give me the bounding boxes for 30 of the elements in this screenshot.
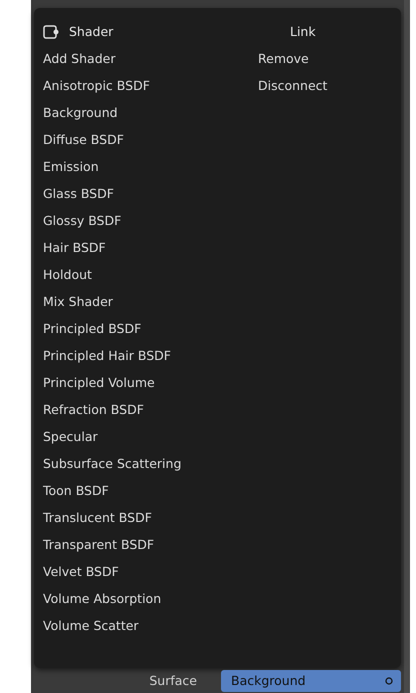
menu-item[interactable]: Velvet BSDF [43,564,258,579]
property-label: Surface [148,673,198,688]
menu-item[interactable]: Glass BSDF [43,186,258,201]
menu-item[interactable]: Refraction BSDF [43,402,258,417]
menu-item[interactable]: Disconnect [258,78,401,93]
menu-item[interactable]: Remove [258,51,401,66]
menu-item[interactable]: Principled BSDF [43,321,258,336]
menu-item[interactable]: Subsurface Scattering [43,456,258,471]
menu-item[interactable]: Glossy BSDF [43,213,258,228]
menu-title: Link [289,24,317,39]
menu-item[interactable]: Hair BSDF [43,240,258,255]
menu-item[interactable]: Translucent BSDF [43,510,258,525]
menu-item[interactable]: Specular [43,429,258,444]
menu-item[interactable]: Diffuse BSDF [43,132,258,147]
menu-item[interactable]: Mix Shader [43,294,258,309]
menu-item[interactable]: Emission [43,159,258,174]
menu-item[interactable]: Transparent BSDF [43,537,258,552]
dropdown-field[interactable]: Background [221,670,401,692]
menu-item[interactable]: Anisotropic BSDF [43,78,258,93]
node-icon [43,24,59,38]
menu-item[interactable]: Principled Volume [43,375,258,390]
menu-item[interactable]: Principled Hair BSDF [43,348,258,363]
menu-item[interactable]: Volume Absorption [43,591,258,606]
menu-item[interactable]: Volume Scatter [43,618,258,633]
menu-title: Shader [69,24,114,39]
socket-icon [385,676,393,684]
menu-item[interactable]: Toon BSDF [43,483,258,498]
menu-item[interactable]: Add Shader [43,51,258,66]
menu-item[interactable]: Holdout [43,267,258,282]
menu-item[interactable]: Background [43,105,258,120]
